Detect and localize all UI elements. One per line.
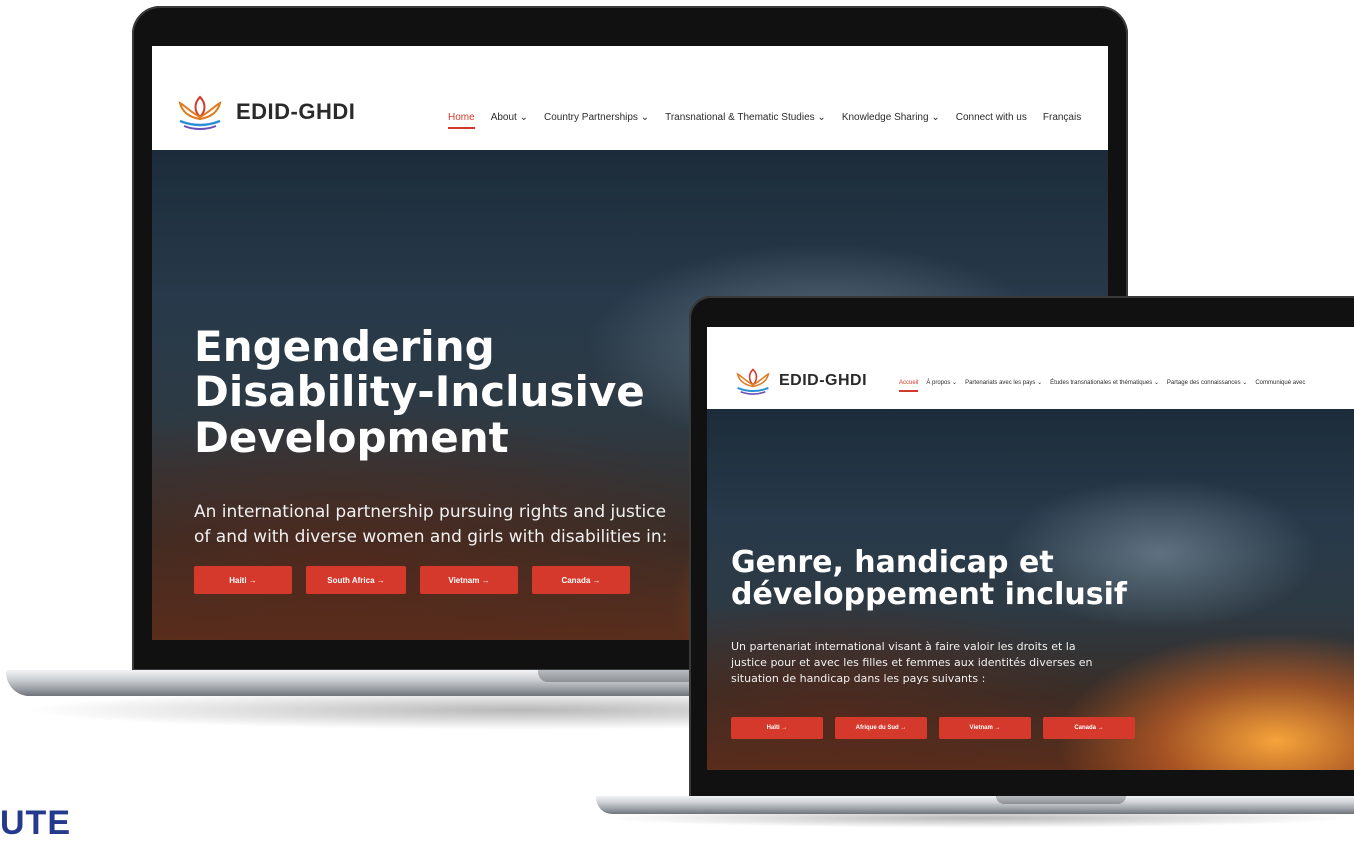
hero-subtitle: An international partnership pursuing ri… xyxy=(194,500,667,550)
nav-accueil[interactable]: Accueil xyxy=(899,380,919,392)
laptop-2-notch xyxy=(996,796,1126,804)
haiti-button[interactable]: Haiti → xyxy=(194,566,292,594)
hero-subtitle-line: An international partnership pursuing ri… xyxy=(194,502,667,522)
hero-subtitle-line: situation de handicap dans les pays suiv… xyxy=(731,672,986,685)
hero-banner-fr: Genre, handicap et développement inclusi… xyxy=(707,409,1354,770)
laptop-1-notch xyxy=(538,670,698,682)
nav-about[interactable]: About ⌄ xyxy=(491,112,528,123)
canada-button[interactable]: Canada → xyxy=(532,566,630,594)
site-header-en: EDID-GHDI Home About ⌄ Country Partnersh… xyxy=(152,46,1108,150)
nav-knowledge-sharing-label: Knowledge Sharing xyxy=(841,112,929,123)
nav-communique[interactable]: Communiqué avec xyxy=(1255,380,1305,386)
canada-button[interactable]: Canada → xyxy=(1043,717,1135,739)
chevron-down-icon: ⌄ xyxy=(928,112,940,123)
nav-knowledge-sharing[interactable]: Knowledge Sharing ⌄ xyxy=(842,112,940,123)
site-logo[interactable]: EDID-GHDI xyxy=(174,93,355,131)
nav-partenariats[interactable]: Partenariats avec les pays ⌄ xyxy=(965,379,1042,386)
main-nav: Accueil À propos ⌄ Partenariats avec les… xyxy=(899,379,1305,392)
nav-home[interactable]: Home xyxy=(448,112,475,129)
hero-title-line: développement inclusif xyxy=(731,577,1127,613)
site-logo[interactable]: EDID-GHDI xyxy=(733,366,867,396)
laptop-2-base xyxy=(596,796,1354,814)
chevron-down-icon: ⌄ xyxy=(637,112,650,123)
lotus-logo-icon xyxy=(736,368,770,395)
haiti-button[interactable]: Haïti → xyxy=(731,717,823,739)
vietnam-button[interactable]: Vietnam → xyxy=(420,566,518,594)
nav-etudes-label: Études transnationales et thématiques xyxy=(1050,380,1153,386)
hero-subtitle: Un partenariat international visant à fa… xyxy=(731,639,1093,687)
country-buttons: Haïti → Afrique du Sud → Vietnam → Canad… xyxy=(731,717,1135,739)
chevron-down-icon: ⌄ xyxy=(1240,380,1248,386)
chevron-down-icon: ⌄ xyxy=(516,112,528,123)
chevron-down-icon: ⌄ xyxy=(950,380,958,386)
nav-partage-label: Partage des connaissances xyxy=(1166,380,1241,386)
nav-transnational-studies[interactable]: Transnational & Thematic Studies ⌄ xyxy=(665,112,826,123)
laptop-2-screen: EDID-GHDI Accueil À propos ⌄ Partenariat… xyxy=(707,327,1354,770)
hero-title: Genre, handicap et développement inclusi… xyxy=(731,545,1127,613)
lotus-logo-icon xyxy=(178,95,222,130)
page-corner-text: UTE xyxy=(0,804,71,842)
nav-a-propos[interactable]: À propos ⌄ xyxy=(926,379,957,386)
nav-etudes[interactable]: Études transnationales et thématiques ⌄ xyxy=(1050,379,1159,386)
south-africa-button[interactable]: South Africa → xyxy=(306,566,406,594)
nav-transnational-studies-label: Transnational & Thematic Studies xyxy=(665,112,815,123)
site-header-fr: EDID-GHDI Accueil À propos ⌄ Partenariat… xyxy=(707,327,1354,409)
nav-country-partnerships[interactable]: Country Partnerships ⌄ xyxy=(544,112,649,123)
afrique-du-sud-button[interactable]: Afrique du Sud → xyxy=(835,717,927,739)
vietnam-button[interactable]: Vietnam → xyxy=(939,717,1031,739)
main-nav: Home About ⌄ Country Partnerships ⌄ Tran… xyxy=(448,112,1081,129)
nav-partenariats-label: Partenariats avec les pays xyxy=(965,380,1036,386)
logo-text: EDID-GHDI xyxy=(236,99,356,124)
nav-a-propos-label: À propos xyxy=(926,380,951,386)
nav-language-switch[interactable]: Français xyxy=(1043,112,1081,123)
nav-connect[interactable]: Connect with us xyxy=(956,112,1027,123)
hero-title-line: Disability-Inclusive xyxy=(194,367,645,417)
hero-title: Engendering Disability-Inclusive Develop… xyxy=(194,324,645,460)
logo-text: EDID-GHDI xyxy=(779,372,868,389)
chevron-down-icon: ⌄ xyxy=(1035,380,1043,386)
hero-title-line: Development xyxy=(194,412,509,462)
nav-about-label: About xyxy=(490,112,517,123)
hero-title-line: Genre, handicap et xyxy=(731,545,1054,580)
nav-country-partnerships-label: Country Partnerships xyxy=(544,112,638,123)
chevron-down-icon: ⌄ xyxy=(1152,380,1159,386)
country-buttons: Haiti → South Africa → Vietnam → Canada … xyxy=(194,566,630,594)
chevron-down-icon: ⌄ xyxy=(814,112,826,123)
hero-title-line: Engendering xyxy=(194,322,495,371)
hero-subtitle-line: of and with diverse women and girls with… xyxy=(194,527,668,547)
hero-subtitle-line: justice pour et avec les filles et femme… xyxy=(731,656,1093,669)
nav-partage[interactable]: Partage des connaissances ⌄ xyxy=(1167,379,1247,386)
hero-subtitle-line: Un partenariat international visant à fa… xyxy=(731,640,1076,653)
